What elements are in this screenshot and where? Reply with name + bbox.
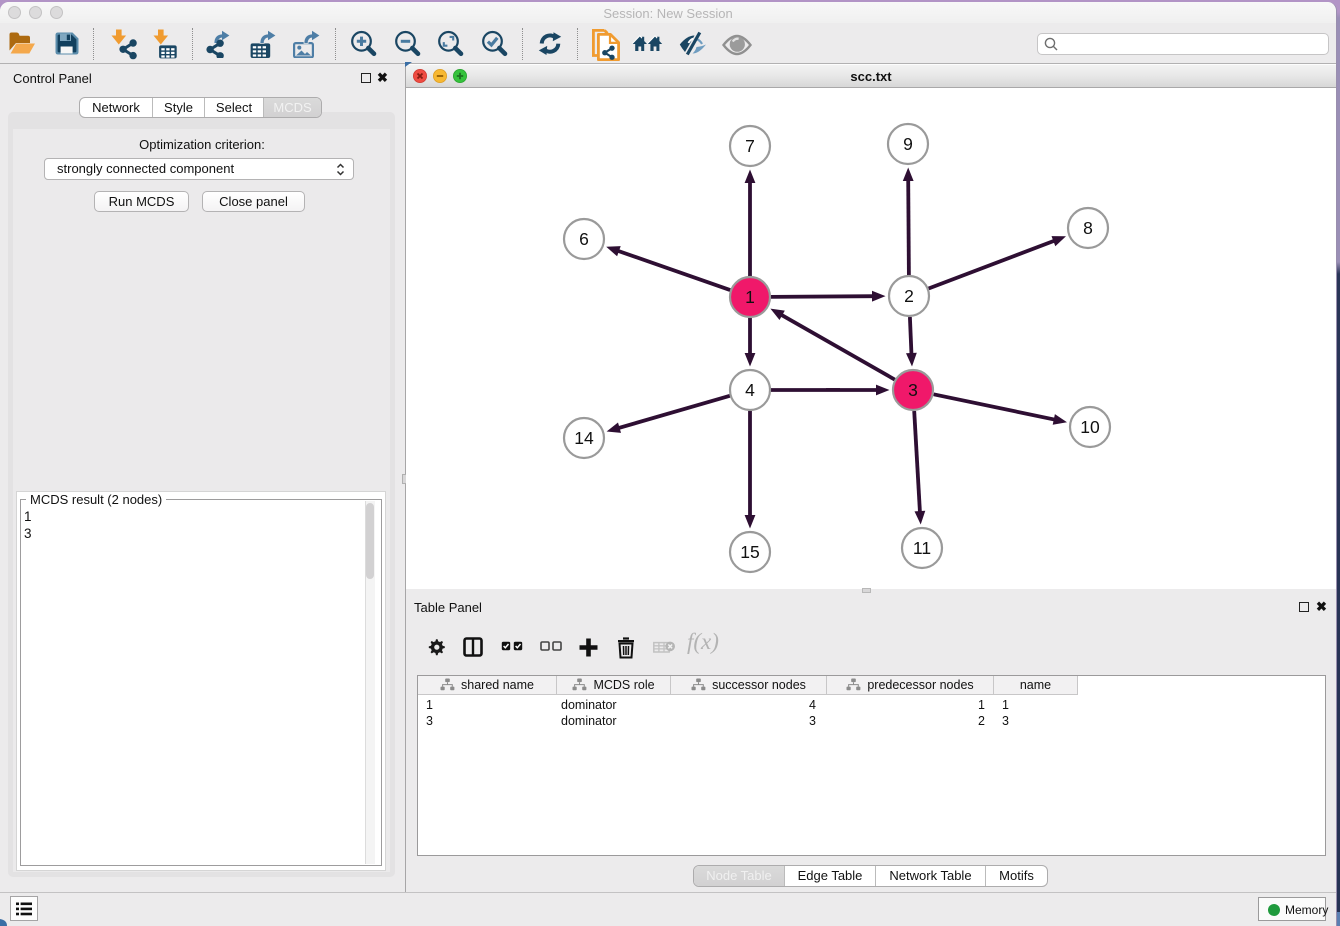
svg-text:10: 10 xyxy=(1080,417,1100,437)
svg-text:9: 9 xyxy=(903,134,913,154)
svg-text:15: 15 xyxy=(740,542,759,562)
svg-text:11: 11 xyxy=(913,538,931,558)
svg-text:8: 8 xyxy=(1083,218,1093,238)
svg-text:6: 6 xyxy=(579,229,589,249)
svg-text:2: 2 xyxy=(904,286,914,306)
svg-text:1: 1 xyxy=(745,287,755,307)
svg-text:7: 7 xyxy=(745,136,755,156)
svg-text:3: 3 xyxy=(908,380,918,400)
svg-text:14: 14 xyxy=(574,428,594,448)
svg-text:4: 4 xyxy=(745,380,755,400)
